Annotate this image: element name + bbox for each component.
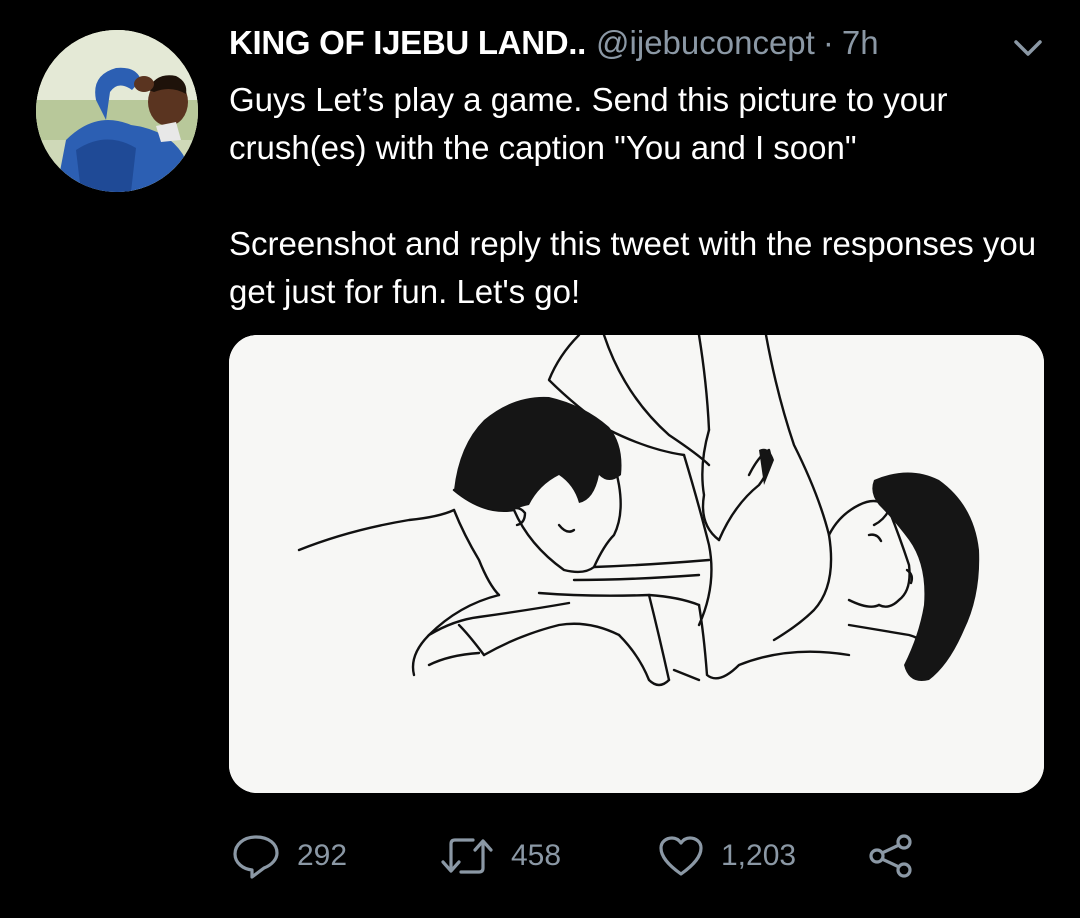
tweet[interactable]: KING OF IJEBU LAND.. @ijebuconcept · 7h … bbox=[0, 0, 1080, 918]
tweet-header: KING OF IJEBU LAND.. @ijebuconcept · 7h bbox=[229, 24, 879, 70]
reply-button[interactable]: 292 bbox=[231, 828, 347, 884]
tweet-media-image[interactable] bbox=[229, 335, 1044, 793]
like-count: 1,203 bbox=[721, 839, 797, 872]
comment-bubble-icon bbox=[233, 835, 279, 879]
tweet-text: Guys Let’s play a game. Send this pictur… bbox=[229, 76, 1049, 316]
reply-count: 292 bbox=[297, 839, 348, 872]
avatar[interactable] bbox=[36, 30, 198, 192]
separator-dot: · bbox=[822, 24, 834, 61]
like-button[interactable]: 1,203 bbox=[657, 828, 796, 884]
share-icon bbox=[869, 834, 912, 878]
share-button[interactable] bbox=[867, 828, 915, 884]
line-drawing-illustration bbox=[229, 335, 1044, 793]
avatar-image bbox=[36, 30, 198, 192]
heart-icon bbox=[659, 836, 703, 876]
chevron-down-icon[interactable] bbox=[1010, 36, 1046, 60]
retweet-count: 458 bbox=[511, 839, 562, 872]
tweet-text-paragraph: Guys Let’s play a game. Send this pictur… bbox=[229, 81, 948, 166]
tweet-actions: 292 458 1,203 bbox=[229, 828, 1049, 884]
retweet-button[interactable]: 458 bbox=[439, 828, 561, 884]
author-handle[interactable]: @ijebuconcept bbox=[596, 24, 815, 62]
tweet-text-paragraph: Screenshot and reply this tweet with the… bbox=[229, 225, 1037, 310]
author-name[interactable]: KING OF IJEBU LAND.. bbox=[229, 24, 586, 62]
retweet-icon bbox=[441, 838, 493, 874]
tweet-timestamp[interactable]: 7h bbox=[842, 24, 879, 62]
